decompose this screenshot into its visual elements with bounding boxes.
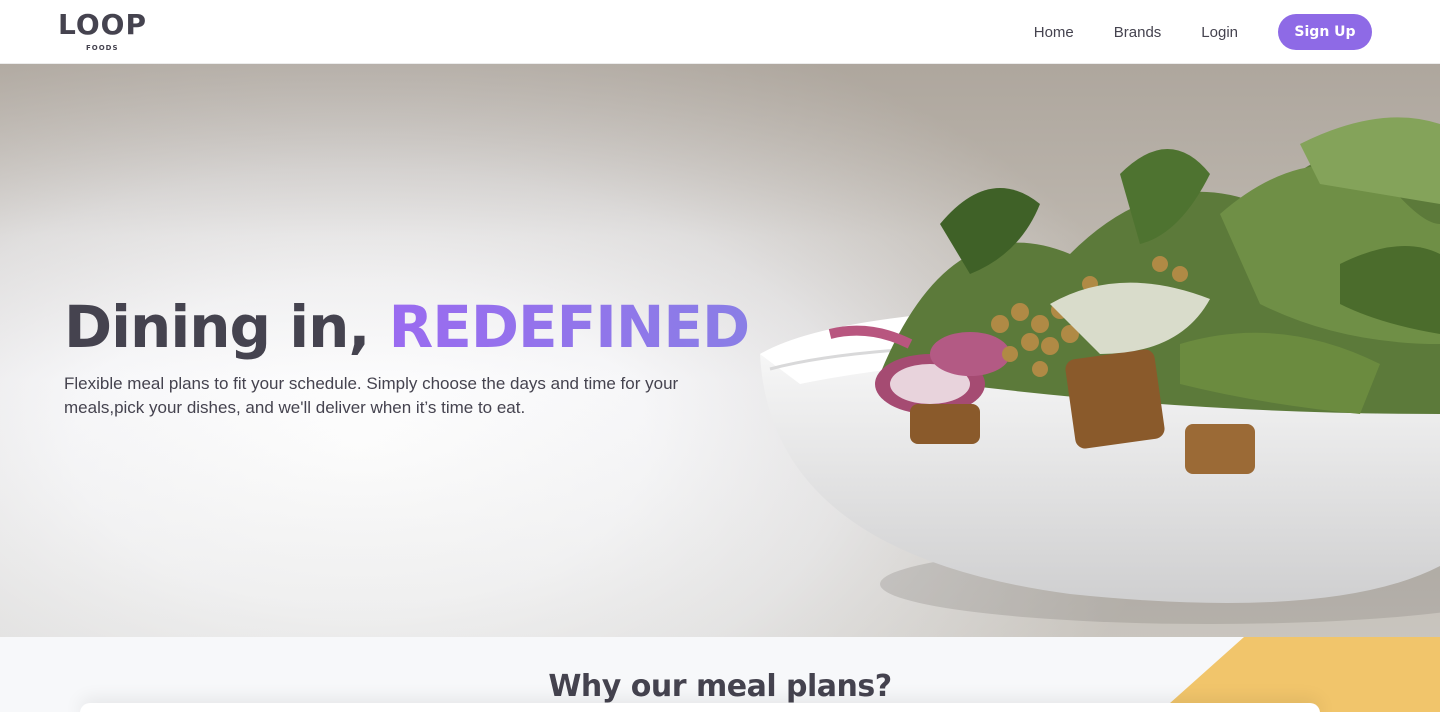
nav-links: Home Brands Login Sign Up: [994, 14, 1372, 50]
logo-wordmark: LOOP: [58, 8, 147, 41]
meal-plans-section: Why our meal plans?: [0, 637, 1440, 712]
feature-card-edge: [80, 703, 1320, 712]
headline-main-text: Dining in,: [64, 293, 389, 361]
hero-headline: Dining in, REDEFINED: [64, 292, 751, 362]
hero-description: Flexible meal plans to fit your schedule…: [64, 374, 679, 417]
headline-accent-text: REDEFINED: [388, 293, 751, 361]
salad-bowl-image: [760, 117, 1440, 624]
nav-brands-link[interactable]: Brands: [1114, 24, 1162, 41]
logo-subtitle: FOODS: [86, 44, 119, 52]
nav-login-link[interactable]: Login: [1201, 24, 1238, 41]
nav-home-link[interactable]: Home: [1034, 24, 1074, 41]
loop-foods-logo[interactable]: LOOP FOODS: [58, 10, 154, 54]
sign-up-button[interactable]: Sign Up: [1278, 14, 1372, 50]
section-title: Why our meal plans?: [548, 669, 892, 704]
hero-section: Dining in, REDEFINED Flexible meal plans…: [0, 64, 1440, 637]
top-navbar: LOOP FOODS Home Brands Login Sign Up: [0, 0, 1440, 64]
